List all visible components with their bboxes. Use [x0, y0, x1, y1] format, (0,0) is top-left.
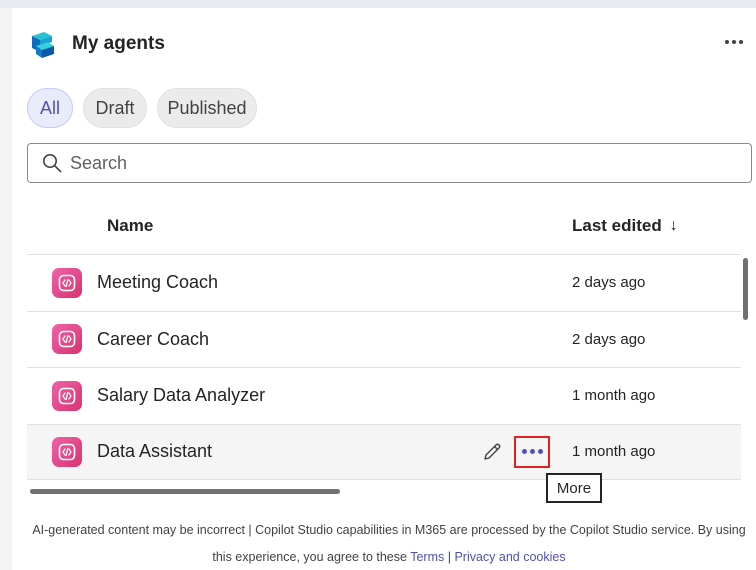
- agent-name[interactable]: Salary Data Analyzer: [97, 385, 265, 406]
- more-options-button[interactable]: [720, 30, 748, 54]
- agent-code-icon: [52, 267, 82, 298]
- search-input[interactable]: [70, 152, 710, 174]
- table-row[interactable]: Salary Data Analyzer 1 month ago: [27, 367, 741, 424]
- agent-code-icon: [52, 436, 82, 467]
- footer-disclaimer: AI-generated content may be incorrect | …: [28, 517, 750, 570]
- more-horizontal-icon: [521, 449, 527, 455]
- filter-all[interactable]: All: [27, 88, 73, 128]
- footer-separator: |: [444, 550, 455, 564]
- search-box: [27, 143, 752, 183]
- header: My agents: [26, 28, 165, 60]
- column-header-last-edited-label: Last edited: [572, 216, 662, 235]
- footer-text: AI-generated content may be incorrect | …: [32, 523, 746, 564]
- column-header-last-edited[interactable]: Last edited ↓: [572, 216, 678, 236]
- edit-pencil-icon[interactable]: [481, 441, 503, 463]
- search-icon: [43, 154, 62, 173]
- agent-code-icon: [52, 380, 82, 411]
- more-tooltip: More: [546, 473, 602, 503]
- agent-name[interactable]: Data Assistant: [97, 441, 212, 462]
- more-horizontal-icon: [725, 40, 729, 44]
- column-header-name[interactable]: Name: [107, 216, 153, 236]
- agent-name[interactable]: Career Coach: [97, 329, 209, 350]
- filter-draft[interactable]: Draft: [83, 88, 147, 128]
- table-row[interactable]: Career Coach 2 days ago: [27, 310, 741, 368]
- privacy-link[interactable]: Privacy and cookies: [454, 550, 565, 564]
- table-row[interactable]: Meeting Coach 2 days ago: [27, 254, 741, 311]
- agent-code-icon: [52, 324, 82, 355]
- table-row[interactable]: Data Assistant 1 month ago: [27, 423, 741, 480]
- page-title: My agents: [72, 33, 165, 54]
- copilot-studio-logo-icon: [26, 28, 58, 60]
- terms-link[interactable]: Terms: [410, 550, 444, 564]
- row-more-options-button[interactable]: [514, 435, 550, 468]
- last-edited-value: 1 month ago: [572, 387, 656, 405]
- vertical-scrollbar[interactable]: [743, 258, 748, 320]
- agent-name[interactable]: Meeting Coach: [97, 272, 218, 293]
- filter-pills: All Draft Published: [27, 88, 257, 128]
- last-edited-value: 2 days ago: [572, 330, 646, 348]
- agents-table: Meeting Coach 2 days ago Career Coach 2 …: [27, 254, 741, 480]
- top-strip: [0, 0, 756, 8]
- filter-published[interactable]: Published: [157, 88, 257, 128]
- last-edited-value: 1 month ago: [572, 443, 656, 461]
- horizontal-scrollbar[interactable]: [30, 489, 340, 494]
- last-edited-value: 2 days ago: [572, 274, 646, 292]
- arrow-down-icon: ↓: [669, 217, 678, 234]
